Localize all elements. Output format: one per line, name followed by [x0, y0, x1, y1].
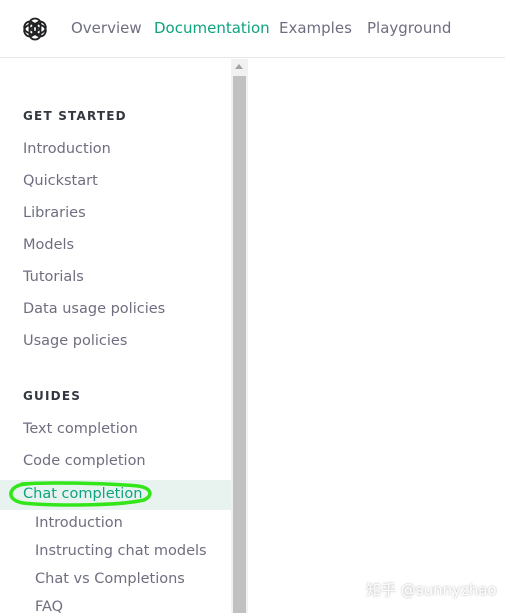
sidebar-item-introduction[interactable]: Introduction: [23, 139, 111, 159]
section-title-guides: GUIDES: [23, 389, 82, 403]
scroll-up-arrow-icon[interactable]: [235, 64, 243, 69]
sidebar-item-usage-policies[interactable]: Usage policies: [23, 331, 127, 351]
top-navigation-bar: Overview Documentation Examples Playgrou…: [0, 0, 505, 58]
openai-logo-icon[interactable]: [20, 14, 50, 44]
sidebar-item-text-completion[interactable]: Text completion: [23, 419, 138, 439]
sidebar-scrollbar[interactable]: [231, 59, 248, 613]
sidebar-item-tutorials[interactable]: Tutorials: [23, 267, 84, 287]
sidebar-item-data-usage-policies[interactable]: Data usage policies: [23, 299, 165, 319]
sidebar-item-quickstart[interactable]: Quickstart: [23, 171, 98, 191]
nav-overview[interactable]: Overview: [71, 18, 142, 38]
sidebar: GET STARTED Introduction Quickstart Libr…: [0, 59, 231, 613]
nav-playground[interactable]: Playground: [367, 18, 451, 38]
sidebar-item-models[interactable]: Models: [23, 235, 74, 255]
hand-drawn-highlight-circle: [9, 481, 152, 507]
nav-documentation[interactable]: Documentation: [154, 18, 270, 38]
sidebar-subitem-faq[interactable]: FAQ: [35, 597, 63, 613]
sidebar-item-libraries[interactable]: Libraries: [23, 203, 86, 223]
nav-examples[interactable]: Examples: [279, 18, 352, 38]
sidebar-subitem-introduction[interactable]: Introduction: [35, 513, 123, 533]
sidebar-item-code-completion[interactable]: Code completion: [23, 451, 146, 471]
watermark-text: 知乎 @sunnyzhao: [366, 581, 497, 599]
sidebar-subitem-instructing-chat-models[interactable]: Instructing chat models: [35, 541, 207, 561]
scrollbar-thumb[interactable]: [233, 76, 246, 613]
section-title-get-started: GET STARTED: [23, 109, 127, 123]
sidebar-subitem-chat-vs-completions[interactable]: Chat vs Completions: [35, 569, 185, 589]
